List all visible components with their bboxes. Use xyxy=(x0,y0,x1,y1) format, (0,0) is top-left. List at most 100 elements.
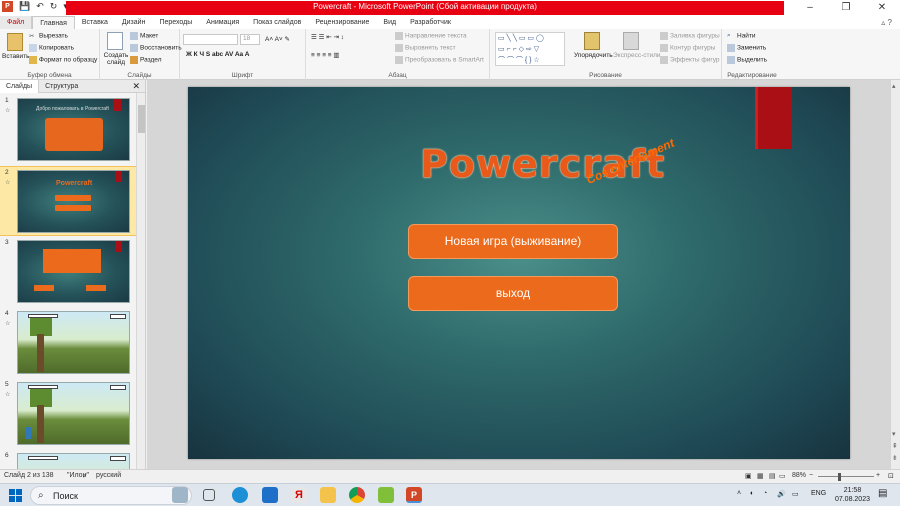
arrange-icon[interactable] xyxy=(584,32,600,50)
notifications-icon[interactable]: ▤ xyxy=(878,488,887,499)
clock[interactable]: 21:58 07.08.2023 xyxy=(835,486,870,504)
new-slide-button[interactable]: Создать слайд xyxy=(102,52,130,66)
layout-button[interactable]: Макет xyxy=(130,32,158,40)
shape-outline-button[interactable]: Контур фигуры xyxy=(660,44,715,52)
spell-check-icon[interactable]: ✓ xyxy=(82,472,88,480)
list-buttons[interactable]: ☰ ☰ ⇤ ⇥ ↕ xyxy=(311,33,344,41)
select-button[interactable]: Выделить xyxy=(727,56,767,64)
current-slide[interactable]: Powercraft Cos entertament Новая игра (в… xyxy=(188,87,850,459)
close-panel-icon[interactable]: ✕ xyxy=(132,81,140,92)
font-size-select[interactable]: 18 xyxy=(240,34,260,45)
start-button[interactable] xyxy=(9,489,22,502)
arrange-button[interactable]: Упорядочить xyxy=(574,52,613,59)
volume-icon[interactable]: 🔊 xyxy=(777,490,786,498)
zoom-slider[interactable] xyxy=(818,476,874,477)
fit-slide-icon[interactable]: ⊡ xyxy=(888,472,894,480)
panel-scrollbar[interactable] xyxy=(136,93,145,469)
undo-icon[interactable]: ↶ xyxy=(36,1,44,12)
file-explorer-icon[interactable] xyxy=(320,487,336,503)
slide-thumbnail[interactable]: 3 xyxy=(0,237,136,307)
tab-slides[interactable]: Слайды xyxy=(0,79,40,93)
task-view-icon[interactable] xyxy=(203,489,215,501)
powerpoint-taskbar-icon[interactable]: P xyxy=(406,487,422,503)
quick-styles-button[interactable]: Экспресс-стили xyxy=(613,52,661,59)
tab-insert[interactable]: Вставка xyxy=(75,16,115,29)
editor-scrollbar[interactable]: ▴ ▾ ⇞ ⇟ xyxy=(890,80,900,469)
save-icon[interactable]: 💾 xyxy=(19,1,30,12)
grow-font-icon[interactable]: A˄ A˅ ✎ xyxy=(265,35,290,43)
tab-review[interactable]: Рецензирование xyxy=(308,16,376,29)
tab-view[interactable]: Вид xyxy=(376,16,403,29)
smartart-button[interactable]: Преобразовать в SmartArt xyxy=(395,56,484,64)
language-indicator[interactable]: русский xyxy=(96,472,121,479)
shape-effects-button[interactable]: Эффекты фигур xyxy=(660,56,720,64)
align-text-button[interactable]: Выровнять текст xyxy=(395,44,456,52)
close-icon[interactable]: ✕ xyxy=(864,0,900,16)
redo-icon[interactable]: ↻ xyxy=(50,1,58,12)
font-name-select[interactable] xyxy=(183,34,238,45)
text-direction-button[interactable]: Направление текста xyxy=(395,32,467,40)
slide-sorter-icon[interactable]: ▦ xyxy=(757,472,764,480)
wifi-icon[interactable]: ◔ xyxy=(763,490,767,497)
new-game-button[interactable]: Новая игра (выживание) xyxy=(408,224,618,259)
tray-chevron-icon[interactable]: ˄ xyxy=(737,490,741,497)
next-slide-icon[interactable]: ⇟ xyxy=(892,454,898,462)
tab-outline[interactable]: Структура xyxy=(39,80,84,93)
quick-access-toolbar: P 💾 ↶ ↻ ▾ xyxy=(2,1,68,12)
slideshow-icon[interactable]: ▭ xyxy=(779,472,786,480)
zoom-in-icon[interactable]: + xyxy=(876,472,880,479)
shape-fill-button[interactable]: Заливка фигуры xyxy=(660,32,720,40)
normal-view-icon[interactable]: ▣ xyxy=(745,472,752,480)
minimize-icon[interactable]: – xyxy=(792,0,828,16)
quick-styles-icon[interactable] xyxy=(623,32,639,50)
search-highlight-icon[interactable] xyxy=(172,487,188,503)
chrome-icon[interactable] xyxy=(349,487,365,503)
edge-browser-icon[interactable] xyxy=(232,487,248,503)
tray-app-icon[interactable]: ◐ xyxy=(750,490,754,497)
zoom-out-icon[interactable]: − xyxy=(809,472,813,479)
align-buttons[interactable]: ≡ ≡ ≡ ≡ ▥ xyxy=(311,51,340,59)
shapes-gallery[interactable]: ▭ ╲ ╲ ▭ ▭ ◯ ▭ ⌐ ⌐ ◇ ⇨ ▽ ⌒ ⌒ ⌒ { } ☆ xyxy=(495,32,565,66)
slide-thumbnail[interactable]: 1 ☆ Добро пожаловать в Powercraft xyxy=(0,95,136,165)
paste-button[interactable]: Вставить xyxy=(2,53,30,60)
font-format-buttons[interactable]: Ж К Ч S abc AV Aa A xyxy=(186,51,249,58)
previous-slide-icon[interactable]: ⇞ xyxy=(892,442,898,450)
mail-icon[interactable] xyxy=(262,487,278,503)
slide-thumbnail[interactable]: 4 ☆ xyxy=(0,308,136,378)
tab-design[interactable]: Дизайн xyxy=(115,16,153,29)
input-language[interactable]: ENG xyxy=(811,490,826,497)
slide-thumbnail[interactable]: 5 ☆ xyxy=(0,379,136,449)
slide-thumbnail-selected[interactable]: 2 ☆ Powercraft xyxy=(0,166,136,236)
copy-button[interactable]: Копировать xyxy=(29,44,74,52)
find-button[interactable]: ⌕ Найти xyxy=(727,32,756,40)
section-button[interactable]: Раздел xyxy=(130,56,161,64)
tab-slideshow[interactable]: Показ слайдов xyxy=(246,16,308,29)
yandex-browser-icon[interactable]: Я xyxy=(291,487,307,503)
tab-transitions[interactable]: Переходы xyxy=(152,16,199,29)
scroll-down-icon[interactable]: ▾ xyxy=(892,430,896,438)
replace-button[interactable]: Заменить xyxy=(727,44,766,52)
paste-icon[interactable] xyxy=(7,33,23,51)
tab-file[interactable]: Файл xyxy=(0,16,33,29)
tab-home[interactable]: Главная xyxy=(32,16,75,29)
taskbar-search[interactable]: ⌕ Поиск xyxy=(30,486,192,505)
battery-icon[interactable]: ▭ xyxy=(792,490,799,498)
format-painter-button[interactable]: Формат по образцу xyxy=(29,56,97,64)
maximize-icon[interactable]: ❐ xyxy=(828,0,864,16)
collapse-ribbon-icon[interactable]: ▵ xyxy=(881,18,885,27)
slide-thumbnail[interactable]: 6 xyxy=(0,450,136,469)
tab-animation[interactable]: Анимация xyxy=(199,16,246,29)
zoom-level[interactable]: 88% xyxy=(792,472,806,479)
help-icon[interactable]: ? xyxy=(888,18,892,27)
reading-view-icon[interactable]: ▤ xyxy=(769,472,776,480)
reset-button[interactable]: Восстановить xyxy=(130,44,182,52)
scrollbar-thumb[interactable] xyxy=(138,105,145,133)
new-slide-icon[interactable] xyxy=(107,32,123,50)
cut-button[interactable]: ✂ Вырезать xyxy=(29,32,68,40)
tab-developer[interactable]: Разработчик xyxy=(403,16,458,29)
exit-button[interactable]: выход xyxy=(408,276,618,311)
scroll-up-icon[interactable]: ▴ xyxy=(892,82,896,90)
zoom-slider-handle[interactable] xyxy=(838,473,841,481)
powerpoint-app-icon[interactable]: P xyxy=(2,1,13,12)
lightning-app-icon[interactable] xyxy=(378,487,394,503)
